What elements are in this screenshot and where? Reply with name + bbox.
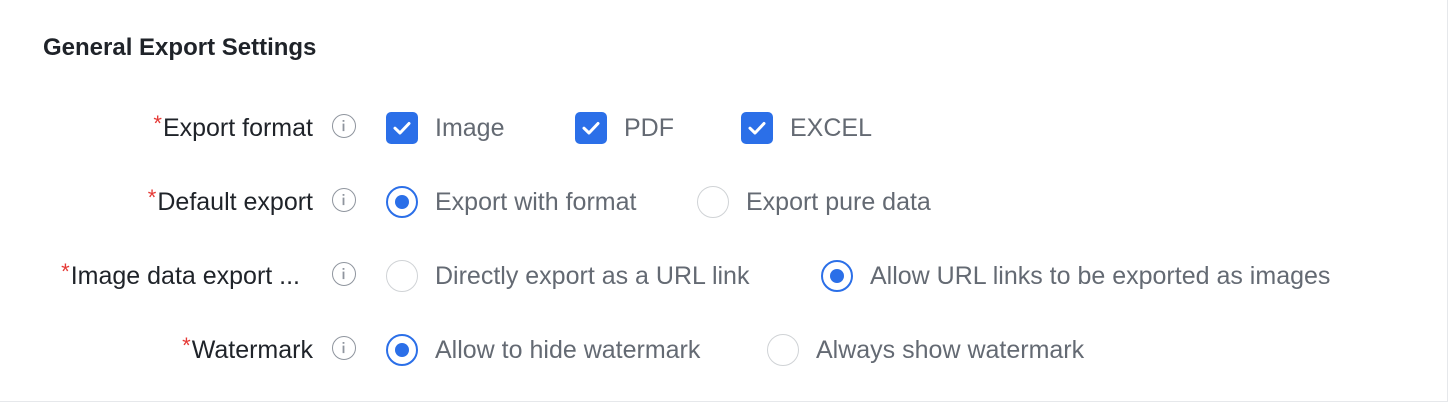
export-format-options: Image PDF EXCEL [386, 108, 872, 148]
export-pure-data-option[interactable]: Export pure data [697, 186, 931, 218]
default-export-label: Default export [157, 187, 313, 216]
export-with-format-option[interactable]: Export with format [386, 186, 697, 218]
export-format-image-option[interactable]: Image [386, 112, 575, 144]
info-icon[interactable] [332, 336, 356, 360]
required-mark: * [61, 259, 70, 284]
checkbox-checked-icon[interactable] [575, 112, 607, 144]
watermark-label-wrap: * Watermark [182, 330, 313, 370]
required-mark: * [182, 333, 191, 358]
image-data-export-options: Directly export as a URL link Allow URL … [386, 256, 1330, 296]
option-label: PDF [624, 113, 674, 142]
watermark-label: Watermark [191, 335, 313, 364]
export-format-row: * Export format Image PDF EXCEL [0, 108, 1440, 148]
export-format-label: Export format [162, 113, 313, 142]
export-settings-panel: General Export Settings * Export format … [0, 0, 1448, 402]
default-export-label-wrap: * Default export [148, 182, 313, 222]
export-url-as-images-option[interactable]: Allow URL links to be exported as images [821, 260, 1330, 292]
required-mark: * [153, 111, 162, 136]
option-label: Directly export as a URL link [435, 261, 750, 290]
section-title: General Export Settings [43, 34, 317, 61]
export-format-label-wrap: * Export format [153, 108, 313, 148]
info-icon[interactable] [332, 188, 356, 212]
watermark-row: * Watermark Allow to hide watermark Alwa… [0, 330, 1440, 370]
image-data-export-label: Image data export ... [70, 261, 300, 290]
default-export-row: * Default export Export with format Expo… [0, 182, 1440, 222]
radio-unselected-icon[interactable] [386, 260, 418, 292]
option-label: Allow to hide watermark [435, 335, 701, 364]
required-mark: * [147, 185, 157, 210]
image-data-export-row: * Image data export ... Directly export … [0, 256, 1440, 296]
option-label: EXCEL [790, 113, 872, 142]
option-label: Allow URL links to be exported as images [870, 261, 1331, 290]
option-label: Export with format [435, 187, 637, 216]
radio-selected-icon[interactable] [821, 260, 853, 292]
option-label: Always show watermark [816, 335, 1085, 364]
radio-selected-icon[interactable] [386, 186, 418, 218]
info-icon[interactable] [332, 114, 356, 138]
info-icon[interactable] [332, 262, 356, 286]
option-label: Image [435, 113, 505, 142]
radio-selected-icon[interactable] [386, 334, 418, 366]
always-show-watermark-option[interactable]: Always show watermark [767, 334, 1084, 366]
image-data-export-label-wrap: * Image data export ... [61, 256, 300, 296]
checkbox-checked-icon[interactable] [386, 112, 418, 144]
allow-hide-watermark-option[interactable]: Allow to hide watermark [386, 334, 767, 366]
watermark-options: Allow to hide watermark Always show wate… [386, 330, 1084, 370]
export-as-url-option[interactable]: Directly export as a URL link [386, 260, 821, 292]
radio-unselected-icon[interactable] [767, 334, 799, 366]
option-label: Export pure data [746, 187, 931, 216]
export-format-excel-option[interactable]: EXCEL [741, 112, 872, 144]
radio-unselected-icon[interactable] [697, 186, 729, 218]
checkbox-checked-icon[interactable] [741, 112, 773, 144]
default-export-options: Export with format Export pure data [386, 182, 931, 222]
export-format-pdf-option[interactable]: PDF [575, 112, 741, 144]
